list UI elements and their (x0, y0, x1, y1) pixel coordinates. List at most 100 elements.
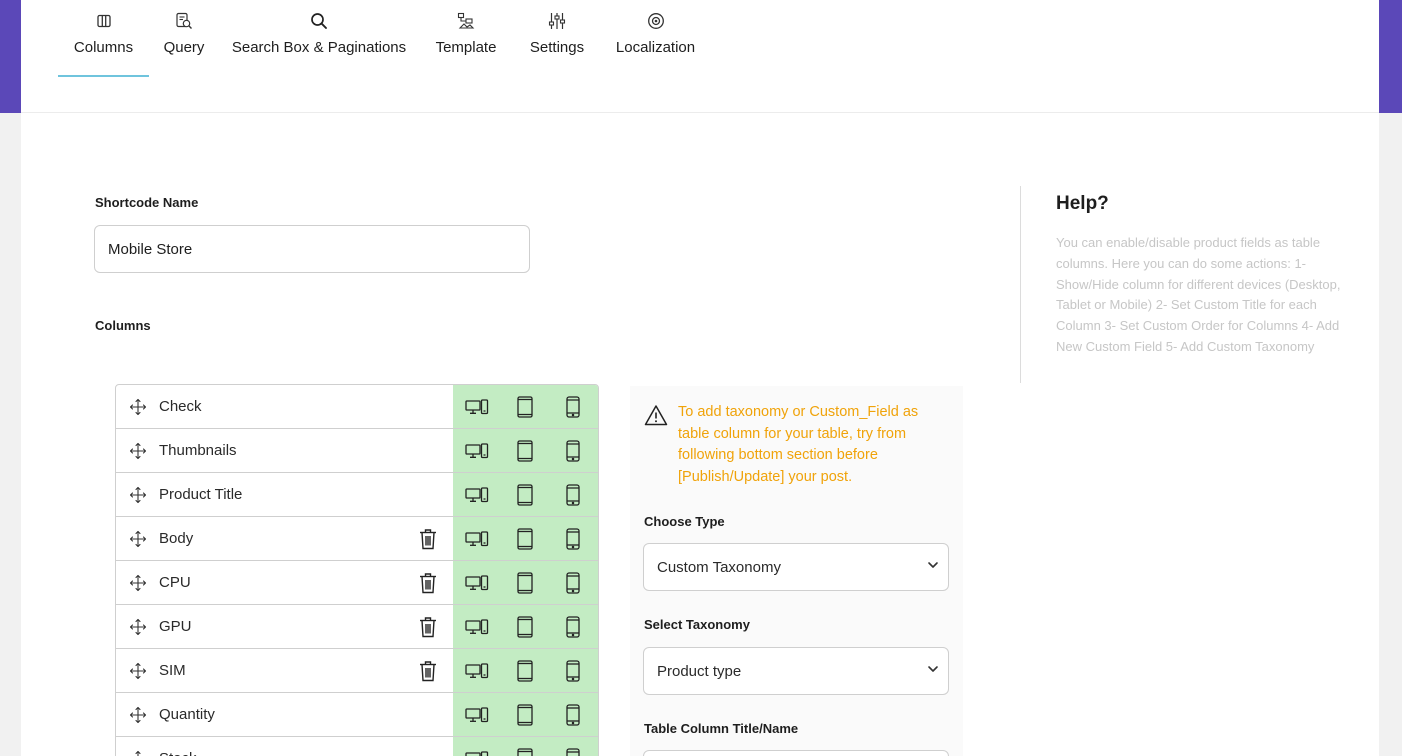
tab-label: Settings (529, 39, 585, 56)
column-name-cell: Body (116, 517, 453, 560)
choose-type-select[interactable]: Custom Taxonomy (643, 543, 949, 591)
sliders-icon (548, 12, 566, 30)
column-name: Body (159, 530, 194, 547)
tab-label: Query (163, 39, 205, 56)
mobile-icon[interactable] (549, 571, 597, 594)
device-toggles (452, 649, 598, 692)
desktop-icon[interactable] (453, 574, 501, 592)
column-name-cell: Quantity (116, 693, 453, 736)
warning-text: To add taxonomy or Custom_Field as table… (678, 404, 919, 486)
column-row: Thumbnails (116, 429, 598, 473)
tab-localization[interactable]: Localization (615, 0, 696, 77)
tab-settings[interactable]: Settings (529, 0, 585, 77)
column-name-cell: Check (116, 385, 453, 428)
device-toggles (452, 385, 598, 428)
desktop-icon[interactable] (453, 398, 501, 416)
tab-query[interactable]: Query (164, 0, 204, 77)
columns-icon (96, 12, 111, 30)
tab-label: Columns (73, 39, 134, 56)
main-content: Shortcode Name Mobile Store Columns Chec… (21, 113, 1379, 756)
mobile-icon[interactable] (549, 395, 597, 418)
column-name: Check (159, 398, 202, 415)
brand-strip-left (0, 0, 21, 113)
mobile-icon[interactable] (549, 703, 597, 726)
choose-type-value: Custom Taxonomy (657, 558, 781, 576)
tablet-icon[interactable] (501, 395, 549, 418)
tablet-icon[interactable] (501, 703, 549, 726)
mobile-icon[interactable] (549, 439, 597, 462)
tablet-icon[interactable] (501, 571, 549, 594)
desktop-icon[interactable] (453, 486, 501, 504)
column-name: GPU (159, 618, 192, 635)
tablet-icon[interactable] (501, 747, 549, 756)
shortcode-name-input[interactable]: Mobile Store (94, 225, 530, 273)
mobile-icon[interactable] (549, 747, 597, 756)
move-icon[interactable] (116, 750, 159, 756)
query-icon (175, 12, 193, 30)
column-row: CPU (116, 561, 598, 605)
tab-template[interactable]: Template (435, 0, 497, 77)
mobile-icon[interactable] (549, 659, 597, 682)
tablet-icon[interactable] (501, 483, 549, 506)
column-name: Stock (159, 750, 197, 756)
device-toggles (452, 429, 598, 472)
column-name: Thumbnails (159, 442, 237, 459)
trash-icon[interactable] (418, 528, 438, 555)
column-name-cell: SIM (116, 649, 453, 692)
select-taxonomy-select[interactable]: Product type (643, 647, 949, 695)
page-gutter-left (0, 113, 21, 756)
mobile-icon[interactable] (549, 483, 597, 506)
desktop-icon[interactable] (453, 618, 501, 636)
column-name-cell: Product Title (116, 473, 453, 516)
move-icon[interactable] (116, 706, 159, 724)
tablet-icon[interactable] (501, 615, 549, 638)
desktop-icon[interactable] (453, 750, 501, 756)
column-name: Quantity (159, 706, 215, 723)
tablet-icon[interactable] (501, 439, 549, 462)
move-icon[interactable] (116, 662, 159, 680)
help-title: Help? (1056, 193, 1109, 214)
desktop-icon[interactable] (453, 442, 501, 460)
mobile-icon[interactable] (549, 615, 597, 638)
taxonomy-warning: To add taxonomy or Custom_Field as table… (644, 402, 938, 489)
column-row: GPU (116, 605, 598, 649)
desktop-icon[interactable] (453, 530, 501, 548)
tab-label: Localization (615, 39, 696, 56)
column-row: Stock (116, 737, 598, 756)
warning-icon (644, 404, 668, 489)
move-icon[interactable] (116, 442, 159, 460)
columns-list: Check Thumbnails Product Title Body CPU GPU SI… (115, 384, 599, 756)
column-name: CPU (159, 574, 191, 591)
template-icon (457, 12, 475, 30)
trash-icon[interactable] (418, 616, 438, 643)
move-icon[interactable] (116, 398, 159, 416)
columns-section-label: Columns (95, 318, 151, 333)
search-icon (310, 12, 328, 30)
column-title-input[interactable] (643, 750, 949, 756)
tab-label: Template (435, 39, 497, 56)
column-name-cell: Stock (116, 737, 453, 756)
desktop-icon[interactable] (453, 662, 501, 680)
tablet-icon[interactable] (501, 659, 549, 682)
move-icon[interactable] (116, 574, 159, 592)
move-icon[interactable] (116, 530, 159, 548)
move-icon[interactable] (116, 486, 159, 504)
add-column-panel: To add taxonomy or Custom_Field as table… (630, 386, 963, 756)
page-gutter-right (1379, 113, 1402, 756)
help-divider (1020, 186, 1021, 383)
device-toggles (452, 473, 598, 516)
move-icon[interactable] (116, 618, 159, 636)
select-taxonomy-value: Product type (657, 662, 742, 680)
column-name-cell: Thumbnails (116, 429, 453, 472)
column-title-label: Table Column Title/Name (644, 721, 799, 736)
tab-bar: Columns Query Search Box & Paginations T… (21, 0, 1379, 113)
trash-icon[interactable] (418, 572, 438, 599)
tab-columns[interactable]: Columns (58, 0, 149, 77)
brand-strip-right (1379, 0, 1402, 113)
tab-search-box-paginations[interactable]: Search Box & Paginations (232, 0, 406, 77)
desktop-icon[interactable] (453, 706, 501, 724)
mobile-icon[interactable] (549, 527, 597, 550)
trash-icon[interactable] (418, 660, 438, 687)
select-taxonomy-label: Select Taxonomy (644, 617, 750, 632)
tablet-icon[interactable] (501, 527, 549, 550)
